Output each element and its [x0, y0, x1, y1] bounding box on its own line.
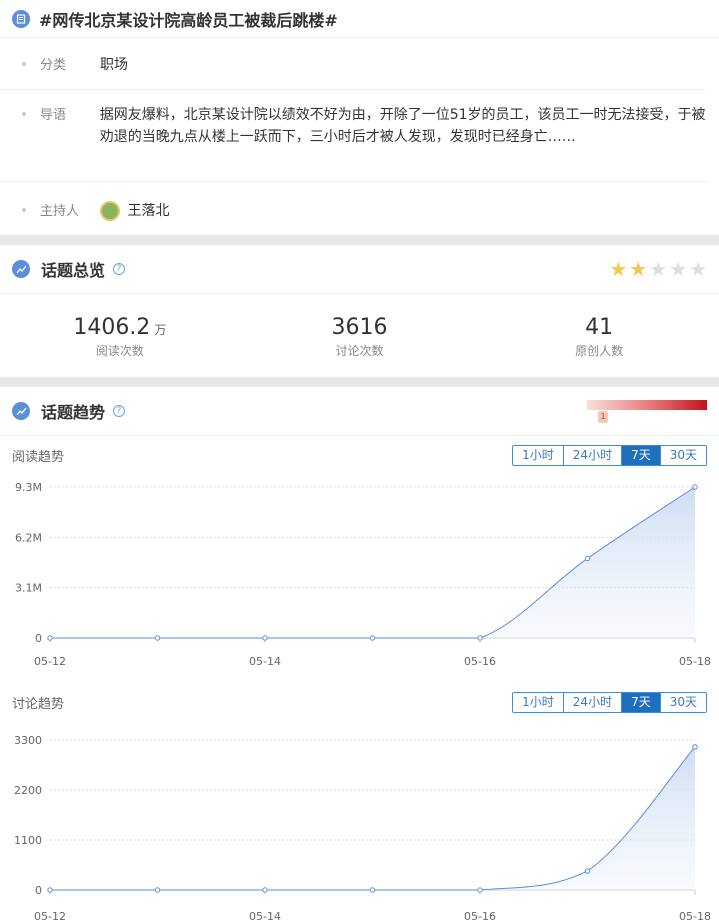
data-point[interactable]: [262, 887, 268, 893]
help-icon[interactable]: ?: [113, 263, 126, 275]
overview-title: 话题总览: [41, 261, 106, 280]
y-tick-label: 9.3M: [15, 481, 42, 494]
bullet-dot-icon: [22, 208, 26, 212]
x-tick-label: 05-14: [249, 910, 281, 922]
overview-header: 话题总览 ? ★ ★ ★ ★ ★: [0, 245, 719, 293]
star-filled-icon: ★: [629, 257, 648, 281]
read-trend-svg: 0 3.1M 6.2M 9.3M 05-12 05-14 05-16 05-18: [15, 481, 711, 668]
series-area: [50, 487, 695, 638]
x-tick-label: 05-16: [464, 655, 496, 668]
host-name[interactable]: 王落北: [127, 203, 169, 219]
category-value[interactable]: 职场: [100, 54, 128, 89]
host-label: 主持人: [40, 204, 80, 219]
range-30d-button[interactable]: 30天: [660, 692, 706, 712]
trend-title: 话题趋势: [41, 403, 106, 422]
stat-value: 41: [585, 315, 614, 340]
topic-title: #网传北京某设计院高龄员工被裁后跳楼#: [39, 10, 338, 30]
category-row: 分类 职场: [0, 38, 707, 90]
star-empty-icon: ★: [649, 257, 668, 281]
rating-stars: ★ ★ ★ ★ ★: [609, 259, 707, 279]
heat-scale-bar: [587, 400, 707, 410]
range-7d-button[interactable]: 7天: [622, 446, 661, 465]
stat-caption: 原创人数: [575, 344, 624, 358]
chart-header: 阅读趋势 1小时 24小时 7天 30天: [0, 435, 719, 475]
bullet-dot-icon: [22, 62, 26, 66]
data-point[interactable]: [262, 635, 268, 641]
data-point[interactable]: [584, 868, 591, 874]
star-empty-icon: ★: [669, 257, 688, 281]
chart-title: 讨论趋势: [12, 696, 65, 712]
help-icon[interactable]: ?: [113, 405, 126, 417]
host[interactable]: 王落北: [100, 200, 169, 235]
series-area: [50, 746, 695, 890]
discussion-trend-svg: 0 1100 2200 3300 05-12 05-14 05-16 05-18: [14, 734, 711, 922]
topic-title-bar: #网传北京某设计院高龄员工被裁后跳楼#: [0, 0, 719, 38]
intro-text: 据网友爆料，北京某设计院以绩效不好为由，开除了一位51岁的员工，该员工一时无法接…: [99, 107, 706, 145]
y-tick-label: 3.1M: [15, 582, 42, 595]
data-point[interactable]: [584, 555, 591, 562]
range-selector: 1小时 24小时 7天 30天: [512, 691, 707, 713]
topic-doc-icon: [12, 9, 30, 28]
range-selector: 1小时 24小时 7天 30天: [512, 445, 707, 466]
stat-caption: 讨论次数: [335, 344, 384, 358]
x-tick-label: 05-18: [679, 910, 711, 922]
category-label: 分类: [40, 58, 67, 73]
heat-marker-label: 1: [600, 412, 606, 421]
range-24h-button[interactable]: 24小时: [563, 446, 623, 465]
section-divider: [0, 235, 719, 245]
data-point[interactable]: [154, 635, 161, 641]
range-1h-button[interactable]: 1小时: [513, 446, 564, 465]
data-point[interactable]: [47, 887, 53, 893]
trend-header: 话题趋势 ? 1: [0, 387, 719, 435]
x-tick-label: 05-12: [34, 910, 66, 922]
range-30d-button[interactable]: 30天: [660, 446, 706, 465]
stat-value: 1406.2: [73, 315, 151, 340]
stat-unit: 万: [154, 323, 167, 337]
data-point[interactable]: [154, 887, 161, 893]
stats-chart-icon: [12, 402, 30, 420]
stat-reads: 1406.2 万 阅读次数: [0, 294, 240, 377]
section-divider: [0, 377, 719, 387]
read-trend-chart: 阅读趋势 1小时 24小时 7天 30天 0 3.1M 6.2M 9.3M 05-12 0…: [0, 435, 719, 682]
data-point[interactable]: [47, 635, 53, 641]
chart-title: 阅读趋势: [12, 450, 65, 465]
stat-value: 3616: [331, 315, 388, 340]
x-tick-label: 05-12: [34, 655, 66, 668]
x-tick-label: 05-14: [249, 655, 281, 668]
stat-caption: 阅读次数: [95, 344, 144, 358]
range-7d-button[interactable]: 7天: [622, 692, 661, 712]
intro-row: 导语 据网友爆料，北京某设计院以绩效不好为由，开除了一位51岁的员工，该员工一时…: [0, 90, 707, 182]
y-tick-label: 6.2M: [15, 531, 42, 544]
discussion-trend-chart: 讨论趋势 1小时 24小时 7天 30天 0 1100 2200 3300 05-12 0…: [0, 682, 719, 922]
stats-chart-icon: [12, 260, 30, 278]
bullet-dot-icon: [22, 112, 26, 116]
range-1h-button[interactable]: 1小时: [513, 692, 564, 712]
x-tick-label: 05-16: [464, 910, 496, 922]
data-point[interactable]: [369, 635, 376, 641]
chart-header: 讨论趋势 1小时 24小时 7天 30天: [0, 682, 719, 722]
data-point[interactable]: [369, 887, 376, 893]
range-24h-button[interactable]: 24小时: [563, 692, 623, 712]
x-tick-label: 05-18: [679, 655, 711, 668]
data-point[interactable]: [477, 635, 483, 641]
y-tick-label: 1100: [14, 834, 42, 847]
y-tick-label: 0: [35, 632, 42, 645]
star-filled-icon: ★: [609, 257, 628, 281]
y-tick-label: 2200: [14, 784, 42, 797]
y-tick-label: 3300: [14, 734, 42, 747]
data-point[interactable]: [477, 887, 483, 893]
data-point[interactable]: [692, 744, 698, 750]
intro-label: 导语: [39, 108, 66, 123]
star-empty-icon: ★: [689, 257, 707, 281]
heat-level-marker: 1: [598, 411, 608, 423]
host-row: 主持人 王落北: [0, 182, 707, 235]
overview-stats: 1406.2 万 阅读次数 3616 讨论次数 41 原创人数: [0, 293, 719, 377]
avatar[interactable]: [100, 201, 120, 221]
data-point[interactable]: [692, 484, 698, 490]
stat-discussions: 3616 讨论次数: [240, 294, 480, 377]
y-tick-label: 0: [35, 884, 42, 897]
stat-originals: 41 原创人数: [479, 294, 719, 377]
